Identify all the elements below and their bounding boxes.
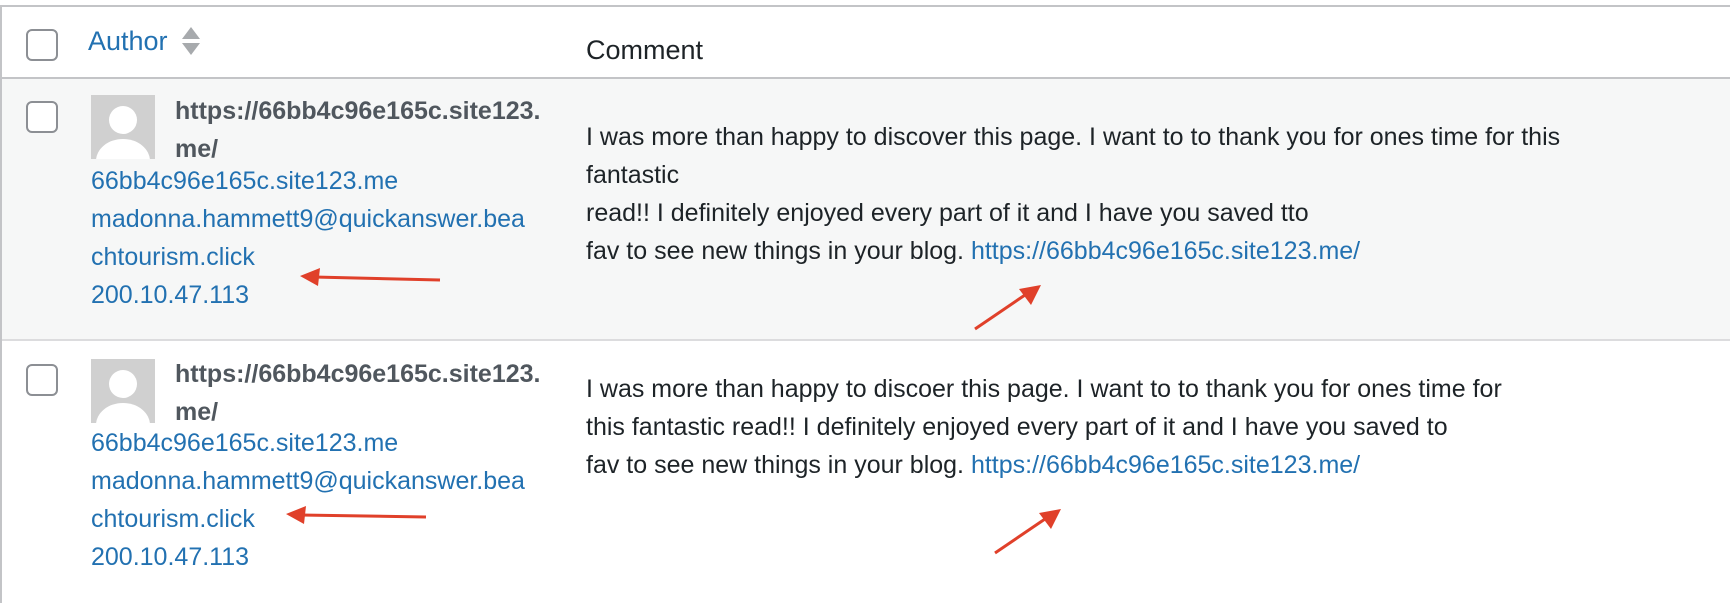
author-ip-link[interactable]: 200.10.47.113: [91, 276, 249, 314]
comment-url-link[interactable]: https://66bb4c96e165c.site123.me/: [971, 451, 1360, 479]
comments-table: Author Comment https://66bb4c96e165c.sit…: [0, 5, 1730, 605]
table-row: https://66bb4c96e165c.site123.me/ 66bb4c…: [2, 79, 1730, 341]
author-url-link[interactable]: 66bb4c96e165c.site123.me: [91, 162, 398, 200]
annotation-arrow-up: [974, 285, 1041, 331]
comment-line-text: fav to see new things in your blog.: [586, 237, 971, 265]
comment-line-text: fav to see new things in your blog.: [586, 451, 971, 479]
comment-text: I was more than happy to discoer this pa…: [586, 370, 1686, 484]
select-all-checkbox[interactable]: [26, 29, 58, 61]
author-ip-link[interactable]: 200.10.47.113: [91, 538, 249, 576]
comment-line: I was more than happy to discover this p…: [586, 123, 1561, 151]
annotation-arrow-left: [300, 268, 441, 286]
author-url-link[interactable]: 66bb4c96e165c.site123.me: [91, 424, 398, 462]
table-row: https://66bb4c96e165c.site123.me/ 66bb4c…: [2, 341, 1730, 605]
default-avatar-icon: [91, 95, 155, 159]
row-checkbox[interactable]: [26, 101, 58, 133]
sort-arrows-icon[interactable]: [181, 25, 200, 57]
row-checkbox[interactable]: [26, 364, 58, 396]
table-header: Author Comment: [2, 7, 1730, 79]
comment-line-last: fav to see new things in your blog. http…: [586, 446, 1686, 484]
author-column-label[interactable]: Author: [88, 26, 168, 57]
comment-column-header: Comment: [586, 35, 704, 65]
comment-text: I was more than happy to discover this p…: [586, 118, 1686, 270]
comment-url-link[interactable]: https://66bb4c96e165c.site123.me/: [971, 237, 1360, 265]
comment-line: read!! I definitely enjoyed every part o…: [586, 199, 1309, 227]
author-name: https://66bb4c96e165c.site123.me/: [175, 97, 541, 163]
author-column-header[interactable]: Author: [88, 25, 200, 57]
comment-line: this fantastic read!! I definitely enjoy…: [586, 413, 1448, 441]
comment-line: I was more than happy to discoer this pa…: [586, 375, 1502, 403]
comment-line: fantastic: [586, 161, 680, 189]
comment-line-last: fav to see new things in your blog. http…: [586, 232, 1686, 270]
default-avatar-icon: [91, 359, 155, 423]
annotation-arrow-up: [994, 509, 1061, 555]
author-name: https://66bb4c96e165c.site123.me/: [175, 360, 541, 426]
annotation-arrow-left: [286, 506, 427, 524]
